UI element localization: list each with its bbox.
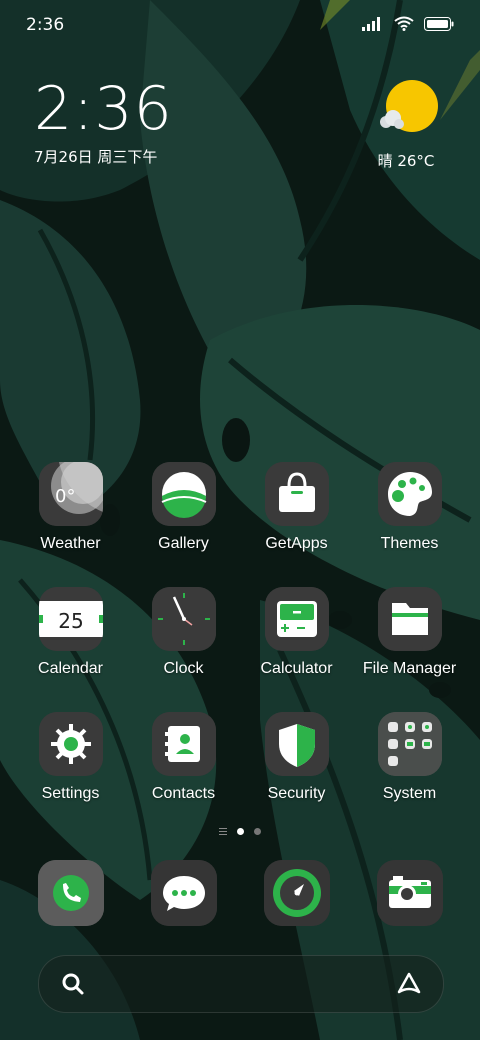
app-label: System	[382, 785, 437, 802]
dock-phone[interactable]	[38, 860, 104, 926]
app-label: Clock	[163, 660, 204, 677]
svg-text:0°: 0°	[55, 486, 75, 507]
app-list-icon	[219, 828, 227, 835]
calculator-icon	[264, 587, 329, 651]
app-label: Themes	[380, 535, 439, 552]
app-gallery[interactable]: Gallery	[127, 462, 240, 553]
app-label: Calendar	[38, 660, 103, 677]
app-clock[interactable]: Clock	[127, 587, 240, 678]
palette-icon	[377, 462, 442, 526]
app-calculator[interactable]: Calculator	[240, 587, 353, 678]
app-label: GetApps	[265, 535, 328, 552]
app-label: Weather	[40, 535, 101, 552]
calendar-icon: 25	[38, 587, 103, 651]
app-themes[interactable]: Themes	[353, 462, 466, 553]
messages-icon	[151, 860, 217, 926]
gear-icon	[38, 712, 103, 776]
weather-text: 晴 26°C	[377, 152, 435, 170]
page-dot-active	[237, 828, 244, 835]
app-label: Security	[267, 785, 326, 802]
status-time: 2:36	[26, 15, 65, 35]
clock-widget-time: 2:36	[34, 74, 173, 144]
camera-icon	[377, 860, 443, 926]
clock-widget-date: 7月26日 周三下午	[34, 148, 158, 166]
folder-grid-icon	[377, 712, 442, 776]
folder-icon	[377, 587, 442, 651]
app-label: File Manager	[362, 660, 457, 677]
dock-messages[interactable]	[151, 860, 217, 926]
page-dot	[254, 828, 261, 835]
clock-widget[interactable]: 2:36 7月26日 周三下午	[34, 78, 173, 167]
search-icon[interactable]	[61, 972, 85, 996]
wifi-icon	[394, 16, 414, 31]
page-indicator[interactable]	[0, 828, 480, 835]
app-label: Calculator	[260, 660, 333, 677]
browser-compass-icon	[264, 860, 330, 926]
app-label: Gallery	[158, 535, 209, 552]
weather-icon: 0°	[38, 462, 103, 526]
clock-icon	[151, 587, 216, 651]
gallery-icon	[151, 462, 216, 526]
app-settings[interactable]: Settings	[14, 712, 127, 803]
app-label: Settings	[41, 785, 100, 802]
status-icons	[362, 16, 454, 31]
app-contacts[interactable]: Contacts	[127, 712, 240, 803]
dock-browser[interactable]	[264, 860, 330, 926]
app-label: Contacts	[151, 785, 216, 802]
status-bar: 2:36	[0, 0, 480, 50]
shield-icon	[264, 712, 329, 776]
app-system-folder[interactable]: System	[353, 712, 466, 803]
app-calendar[interactable]: 25 Calendar	[14, 587, 127, 678]
assistant-icon[interactable]	[395, 970, 423, 998]
signal-icon	[362, 16, 380, 31]
shopping-bag-icon	[264, 462, 329, 526]
app-security[interactable]: Security	[240, 712, 353, 803]
dock-camera[interactable]	[377, 860, 443, 926]
phone-icon	[38, 860, 104, 926]
search-bar[interactable]	[38, 955, 444, 1013]
sunny-weather-icon	[380, 80, 438, 132]
app-file-manager[interactable]: File Manager	[353, 587, 466, 678]
app-getapps[interactable]: GetApps	[240, 462, 353, 553]
battery-icon	[424, 16, 454, 31]
contacts-icon	[151, 712, 216, 776]
weather-widget[interactable]: 晴 26°C	[366, 80, 446, 171]
app-weather[interactable]: 0° Weather	[14, 462, 127, 553]
svg-text:25: 25	[58, 609, 83, 633]
